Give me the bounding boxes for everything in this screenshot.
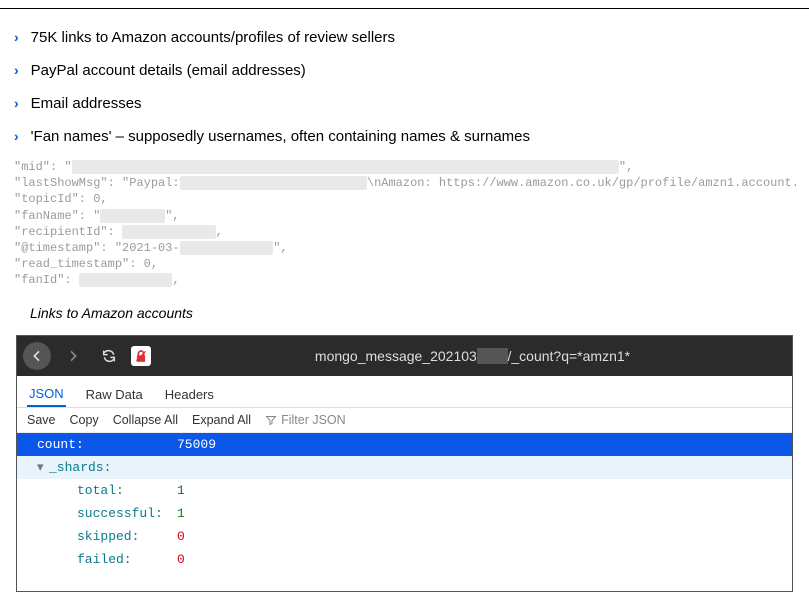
tab-raw-data[interactable]: Raw Data (84, 383, 145, 406)
back-button[interactable] (23, 342, 51, 370)
bullet-text: Email addresses (31, 95, 142, 112)
collapse-all-button[interactable]: Collapse All (113, 413, 178, 427)
bullet-text: 'Fan names' – supposedly usernames, ofte… (31, 128, 530, 145)
chevron-right-icon: › (14, 128, 19, 145)
bullet-text: PayPal account details (email addresses) (31, 62, 306, 79)
horizontal-rule (0, 8, 809, 9)
json-row[interactable]: successful: 1 (17, 502, 792, 525)
bullet-item[interactable]: › Email addresses (0, 87, 809, 120)
json-sample-block: "mid": " ", "lastShowMsg": "Paypal: \nAm… (0, 153, 809, 295)
bullet-item[interactable]: › PayPal account details (email addresse… (0, 54, 809, 87)
chevron-right-icon: › (14, 95, 19, 112)
reload-button[interactable] (95, 342, 123, 370)
viewer-tabs: JSON Raw Data Headers (17, 376, 792, 408)
bullet-list: › 75K links to Amazon accounts/profiles … (0, 21, 809, 153)
filter-icon (265, 414, 277, 426)
json-row[interactable]: failed: 0 (17, 548, 792, 571)
browser-toolbar: mongo_message_202103XX/_count?q=*amzn1* (17, 336, 792, 376)
chevron-right-icon: › (14, 29, 19, 46)
forward-button[interactable] (59, 342, 87, 370)
json-row-count[interactable]: count: 75009 (17, 433, 792, 456)
expand-all-button[interactable]: Expand All (192, 413, 251, 427)
figure-caption: Links to Amazon accounts (0, 295, 809, 335)
json-tree: count: 75009 ▾ _shards: total: 1 success… (17, 433, 792, 591)
tab-headers[interactable]: Headers (163, 383, 216, 406)
chevron-right-icon: › (14, 62, 19, 79)
browser-screenshot: mongo_message_202103XX/_count?q=*amzn1* … (16, 335, 793, 592)
json-row[interactable]: total: 1 (17, 479, 792, 502)
url-bar[interactable]: mongo_message_202103XX/_count?q=*amzn1* (159, 348, 786, 364)
bullet-item[interactable]: › 75K links to Amazon accounts/profiles … (0, 21, 809, 54)
copy-button[interactable]: Copy (70, 413, 99, 427)
collapse-arrow-icon[interactable]: ▾ (37, 460, 49, 475)
site-identity-icon[interactable] (131, 346, 151, 366)
json-row[interactable]: skipped: 0 (17, 525, 792, 548)
save-button[interactable]: Save (27, 413, 56, 427)
json-row-shards[interactable]: ▾ _shards: (17, 456, 792, 479)
tab-json[interactable]: JSON (27, 382, 66, 407)
filter-input[interactable]: Filter JSON (265, 413, 346, 427)
bullet-item[interactable]: › 'Fan names' – supposedly usernames, of… (0, 120, 809, 153)
json-viewer: JSON Raw Data Headers Save Copy Collapse… (17, 376, 792, 591)
bullet-text: 75K links to Amazon accounts/profiles of… (31, 29, 395, 46)
viewer-toolbar: Save Copy Collapse All Expand All Filter… (17, 408, 792, 433)
